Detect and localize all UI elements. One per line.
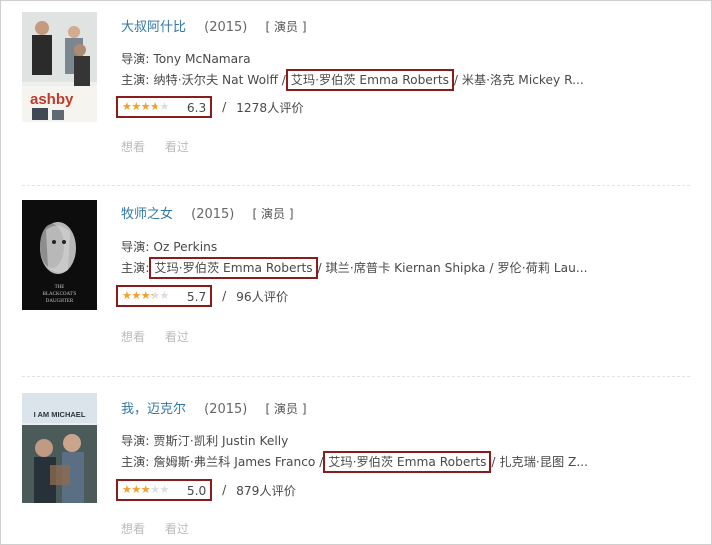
highlighted-actor: 艾玛·罗伯茨 Emma Roberts <box>290 73 449 87</box>
director-label: 导演: <box>121 52 150 66</box>
rating-line: ★★★★★ ★★★★★ 6.3 / 1278人评价 <box>116 96 304 118</box>
title-line: 我，迈克尔 (2015) [ 演员 ] <box>121 398 307 417</box>
director-label: 导演: <box>121 434 150 448</box>
role-tag: [ 演员 ] <box>252 207 294 221</box>
cast-before: 纳特·沃尔夫 Nat Wolff / <box>153 73 286 87</box>
star-rating-icon: ★★★★★ ★★★★★ <box>122 289 169 302</box>
want-to-watch-button[interactable]: 想看 <box>121 330 145 344</box>
cast-label: 主演: <box>121 261 150 275</box>
svg-text:DAUGHTER: DAUGHTER <box>46 299 74 304</box>
movie-year: (2015) <box>204 402 248 417</box>
svg-text:THE: THE <box>55 285 65 290</box>
svg-text:ashby: ashby <box>30 91 74 108</box>
director-line: 导演: 贾斯汀·凯利 Justin Kelly <box>121 431 288 449</box>
cast-before: 詹姆斯·弗兰科 James Franco / <box>153 455 324 469</box>
director-label: 导演: <box>121 240 150 254</box>
director-line: 导演: Tony McNamara <box>121 49 251 67</box>
rating-highlight-box: ★★★★★ ★★★★★ 6.3 <box>116 96 213 118</box>
movie-title-link[interactable]: 大叔阿什比 <box>121 20 186 35</box>
rating-line: ★★★★★ ★★★★★ 5.0 / 879人评价 <box>116 479 296 501</box>
want-to-watch-button[interactable]: 想看 <box>121 140 145 154</box>
item-divider <box>22 185 690 186</box>
cast-highlight: 艾玛·罗伯茨 Emma Roberts <box>285 69 454 91</box>
action-links: 想看 看过 <box>121 520 205 537</box>
item-divider <box>22 376 690 377</box>
rating-count[interactable]: 1278人评价 <box>236 101 304 115</box>
cast-label: 主演: <box>121 455 150 469</box>
poster-image: THE BLACKCOAT'S DAUGHTER <box>22 200 97 310</box>
cast-line: 主演: 艾玛·罗伯茨 Emma Roberts / 琪兰·席普卡 Kiernan… <box>121 257 588 279</box>
rating-separator: / <box>222 99 227 114</box>
director-line: 导演: Oz Perkins <box>121 237 217 255</box>
rating-score: 5.0 <box>186 483 207 498</box>
cast-after: / 扎克瑞·昆图 Z... <box>491 455 588 469</box>
title-line: 大叔阿什比 (2015) [ 演员 ] <box>121 16 307 35</box>
movie-poster[interactable]: THE BLACKCOAT'S DAUGHTER <box>22 200 97 310</box>
watched-button[interactable]: 看过 <box>165 522 189 536</box>
cast-highlight: 艾玛·罗伯茨 Emma Roberts <box>323 451 492 473</box>
watched-button[interactable]: 看过 <box>165 330 189 344</box>
svg-text:I AM MICHAEL: I AM MICHAEL <box>34 410 86 419</box>
movie-title-link[interactable]: 我，迈克尔 <box>121 402 186 417</box>
role-tag: [ 演员 ] <box>265 20 307 34</box>
movie-poster[interactable]: ashby <box>22 12 97 122</box>
svg-text:BLACKCOAT'S: BLACKCOAT'S <box>43 292 77 297</box>
cast-after: / 米基·洛克 Mickey R... <box>453 73 584 87</box>
rating-score: 5.7 <box>186 289 207 304</box>
want-to-watch-button[interactable]: 想看 <box>121 522 145 536</box>
cast-label: 主演: <box>121 73 150 87</box>
cast-line: 主演: 纳特·沃尔夫 Nat Wolff / 艾玛·罗伯茨 Emma Rober… <box>121 69 584 91</box>
title-line: 牧师之女 (2015) [ 演员 ] <box>121 203 294 222</box>
highlighted-actor: 艾玛·罗伯茨 Emma Roberts <box>328 455 487 469</box>
movie-year: (2015) <box>204 20 248 35</box>
rating-highlight-box: ★★★★★ ★★★★★ 5.0 <box>116 479 213 501</box>
movie-title-link[interactable]: 牧师之女 <box>121 207 173 222</box>
movie-poster[interactable]: I AM MICHAEL <box>22 393 97 503</box>
rating-count[interactable]: 96人评价 <box>236 290 288 304</box>
star-rating-icon: ★★★★★ ★★★★★ <box>122 483 169 496</box>
rating-separator: / <box>222 288 227 303</box>
director-name: 贾斯汀·凯利 Justin Kelly <box>153 434 289 448</box>
poster-image: ashby <box>22 12 97 122</box>
cast-highlight: 艾玛·罗伯茨 Emma Roberts <box>149 257 318 279</box>
rating-score: 6.3 <box>186 100 207 115</box>
action-links: 想看 看过 <box>121 138 205 155</box>
poster-image: I AM MICHAEL <box>22 393 97 503</box>
rating-separator: / <box>222 482 227 497</box>
rating-highlight-box: ★★★★★ ★★★★★ 5.7 <box>116 285 213 307</box>
rating-line: ★★★★★ ★★★★★ 5.7 / 96人评价 <box>116 285 288 307</box>
director-name: Oz Perkins <box>153 240 218 254</box>
role-tag: [ 演员 ] <box>265 402 307 416</box>
star-rating-icon: ★★★★★ ★★★★★ <box>122 100 169 113</box>
cast-line: 主演: 詹姆斯·弗兰科 James Franco / 艾玛·罗伯茨 Emma R… <box>121 451 588 473</box>
action-links: 想看 看过 <box>121 328 205 345</box>
director-name: Tony McNamara <box>153 52 251 66</box>
watched-button[interactable]: 看过 <box>165 140 189 154</box>
movie-year: (2015) <box>191 207 235 222</box>
cast-after: / 琪兰·席普卡 Kiernan Shipka / 罗伦·荷莉 Lau... <box>317 261 588 275</box>
rating-count[interactable]: 879人评价 <box>236 484 296 498</box>
highlighted-actor: 艾玛·罗伯茨 Emma Roberts <box>154 261 313 275</box>
